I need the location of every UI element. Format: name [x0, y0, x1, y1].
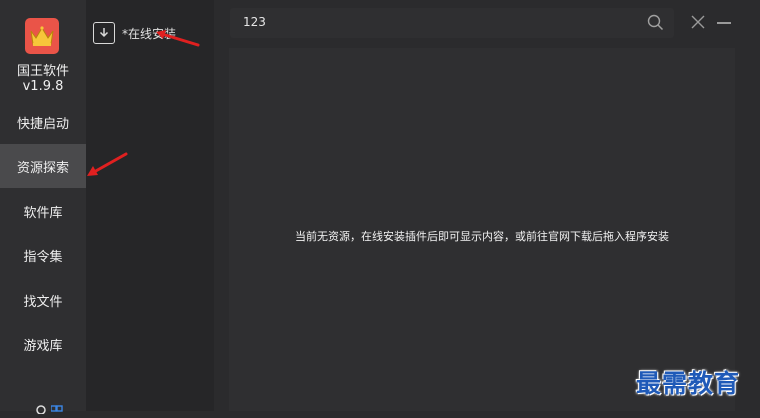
empty-state-message: 当前无资源，在线安装插件后即可显示内容，或前往官网下载后拖入程序安装	[295, 230, 669, 243]
search-bar[interactable]: 123	[230, 8, 674, 38]
nav-item-label: 游戏库	[23, 338, 63, 354]
nav-item-label: 指令集	[23, 249, 63, 265]
online-install-label: *在线安装	[122, 26, 177, 41]
nav-item-label: 软件库	[23, 205, 63, 221]
app-version: v1.9.8	[22, 79, 64, 94]
download-icon	[93, 22, 115, 44]
online-install-button[interactable]: *在线安装	[93, 22, 176, 44]
nav-item-software-library[interactable]: 软件库	[0, 189, 86, 233]
nav-item-label: 找文件	[23, 294, 63, 310]
plugin-sidebar: *在线安装	[86, 0, 214, 411]
crown-logo-icon	[25, 18, 59, 54]
close-icon[interactable]	[690, 14, 706, 34]
nav-item-quick-launch[interactable]: 快捷启动	[0, 100, 86, 144]
watermark: 最需教育	[636, 369, 741, 398]
search-input[interactable]: 123	[243, 15, 266, 29]
nav-item-label: 资源探索	[16, 160, 69, 176]
nav-item-label: 快捷启动	[16, 116, 69, 132]
resource-panel: 当前无资源，在线安装插件后即可显示内容，或前往官网下载后拖入程序安装	[229, 48, 735, 411]
nav-item-find-files[interactable]: 找文件	[0, 278, 86, 322]
nav-item-resource-explore[interactable]: 资源探索	[0, 144, 86, 188]
left-nav: 国王软件 v1.9.8 快捷启动 资源探索 软件库 指令集 找文件 游戏库	[0, 0, 86, 415]
settings-icon[interactable]	[35, 402, 64, 418]
grid-icon[interactable]	[50, 404, 64, 414]
minimize-icon[interactable]	[717, 22, 731, 24]
search-icon[interactable]	[647, 14, 664, 35]
app-name: 国王软件	[16, 64, 69, 79]
nav-item-command-set[interactable]: 指令集	[0, 233, 86, 277]
nav-item-game-library[interactable]: 游戏库	[0, 322, 86, 366]
